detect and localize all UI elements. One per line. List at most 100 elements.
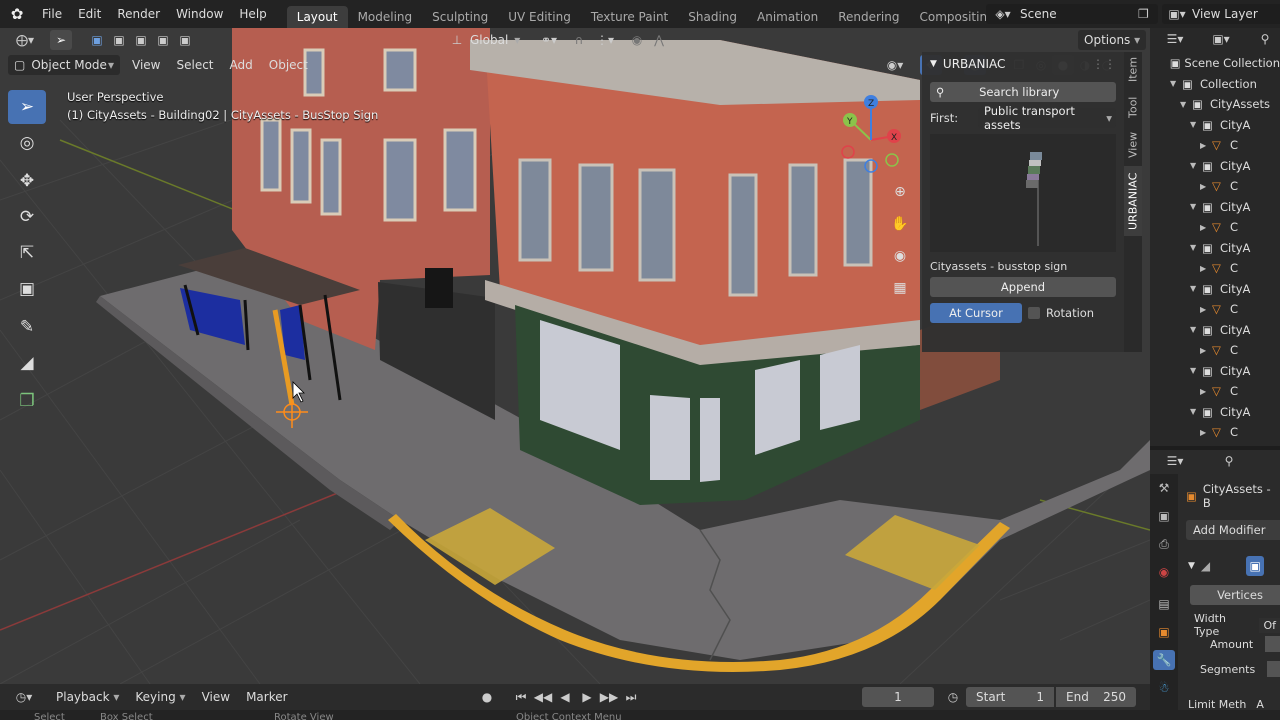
expand-arrow-icon[interactable]: ▼: [1180, 100, 1192, 109]
collection-tab-icon[interactable]: ▤: [1153, 594, 1175, 614]
editor-type-icon[interactable]: ⨁▾: [8, 30, 42, 50]
select-mode-icon[interactable]: ➢: [50, 30, 72, 50]
first-dropdown[interactable]: Public transport assets ▾: [978, 104, 1116, 132]
zoom-icon[interactable]: ⊕: [890, 176, 910, 208]
select-extend-icon[interactable]: ▣: [108, 30, 130, 50]
end-frame-field[interactable]: End 250: [1056, 687, 1136, 707]
record-icon[interactable]: ●: [476, 687, 498, 707]
view-layer-selector[interactable]: ▣▾ View Layer: [1162, 4, 1280, 24]
expand-arrow-icon[interactable]: ▶: [1200, 264, 1212, 273]
outliner-row[interactable]: ▶ ▽ C: [1150, 422, 1280, 443]
expand-arrow-icon[interactable]: ▶: [1200, 223, 1212, 232]
expand-arrow-icon[interactable]: ▼: [1190, 366, 1202, 375]
timeline-menu-view[interactable]: View: [194, 683, 238, 711]
output-tab-icon[interactable]: ⎙: [1153, 534, 1175, 554]
tool-tab-icon[interactable]: ⚒: [1153, 478, 1175, 498]
object-tab-icon[interactable]: ▣: [1153, 622, 1175, 642]
outliner-row[interactable]: ▼ ▣ Collection: [1150, 74, 1280, 95]
expand-arrow-icon[interactable]: ▶: [1200, 346, 1212, 355]
select-box-mode-icon[interactable]: ▣: [86, 30, 108, 50]
outliner-row[interactable]: ▶ ▽ C: [1150, 340, 1280, 361]
at-cursor-toggle[interactable]: At Cursor: [930, 303, 1022, 323]
tab-uv-editing[interactable]: UV Editing: [498, 6, 581, 28]
mode-selector[interactable]: ▢ Object Mode ▾: [8, 55, 120, 75]
outliner-row[interactable]: ▶ ▽ C: [1150, 258, 1280, 279]
expand-arrow-icon[interactable]: ▶: [1200, 141, 1212, 150]
preview-range-clock-icon[interactable]: ◷: [942, 687, 964, 707]
outliner-row[interactable]: ▼ ▣ CityA: [1150, 115, 1280, 136]
sidebar-tab-view[interactable]: View: [1124, 128, 1142, 162]
outliner-row[interactable]: ▼ ▣ CityA: [1150, 156, 1280, 177]
proportional-edit-icon[interactable]: ◉: [626, 30, 648, 50]
properties-editor-icon[interactable]: ☰▾: [1158, 451, 1192, 471]
display-mode-icon[interactable]: ▣▾: [1206, 29, 1236, 49]
expand-arrow-icon[interactable]: ▼: [1190, 202, 1202, 211]
play-reverse-icon[interactable]: ◀: [554, 687, 576, 707]
gizmo-neg-x-icon[interactable]: [841, 145, 855, 159]
transform-orientation[interactable]: ⊥ Global ▾: [446, 30, 521, 50]
append-button[interactable]: Append: [930, 277, 1116, 297]
options-dropdown[interactable]: Options ▾: [1078, 30, 1147, 50]
select-subtract-icon[interactable]: ▣: [130, 30, 152, 50]
pivot-point-icon[interactable]: ⚭▾: [534, 30, 564, 50]
jump-start-icon[interactable]: ⏮: [510, 687, 532, 707]
tab-texture-paint[interactable]: Texture Paint: [581, 6, 678, 28]
outliner-row[interactable]: ▶ ▽ C: [1150, 176, 1280, 197]
asset-preview[interactable]: [930, 134, 1116, 252]
outliner-search-icon[interactable]: ⚲: [1254, 29, 1276, 49]
modifier-wrench-icon[interactable]: 🔧: [1153, 650, 1175, 670]
expand-arrow-icon[interactable]: ▶: [1200, 428, 1212, 437]
transform-tool-icon[interactable]: ▣: [8, 272, 46, 306]
expand-arrow-icon[interactable]: ▼: [1190, 120, 1202, 129]
tab-modeling[interactable]: Modeling: [348, 6, 423, 28]
expand-arrow-icon[interactable]: ▼: [1190, 407, 1202, 416]
add-modifier-button[interactable]: Add Modifier: [1186, 520, 1280, 540]
sidebar-tab-urbaniac[interactable]: URBANIAC: [1124, 166, 1142, 236]
start-frame-field[interactable]: Start 1: [966, 687, 1054, 707]
expand-arrow-icon[interactable]: ▼: [1190, 325, 1202, 334]
menu-edit[interactable]: Edit: [70, 0, 109, 28]
urbaniac-header[interactable]: ▼ URBANIAC ⋮⋮: [922, 52, 1124, 76]
expand-arrow-icon[interactable]: ▶: [1200, 305, 1212, 314]
width-type-dropdown[interactable]: Of: [1259, 617, 1280, 633]
navigation-gizmo[interactable]: X Y Z: [836, 90, 910, 174]
snap-target-icon[interactable]: ⋮▾: [590, 30, 620, 50]
edit-mode-toggle-icon[interactable]: ▣: [1246, 556, 1265, 576]
tab-sculpting[interactable]: Sculpting: [422, 6, 498, 28]
viewport-menu-view[interactable]: View: [124, 51, 168, 79]
rotation-checkbox[interactable]: [1028, 307, 1040, 319]
jump-end-icon[interactable]: ⏭: [620, 687, 642, 707]
sidebar-tab-tool[interactable]: Tool: [1124, 90, 1142, 124]
snap-icon[interactable]: ∩: [568, 30, 590, 50]
prev-keyframe-icon[interactable]: ◀◀: [532, 687, 554, 707]
visibility-icon[interactable]: ◉▾: [884, 55, 906, 75]
outliner-editor-icon[interactable]: ☰▾: [1158, 29, 1192, 49]
outliner-row[interactable]: ▼ ▣ CityA: [1150, 320, 1280, 341]
gizmo-neg-z-icon[interactable]: [864, 159, 878, 173]
outliner-row[interactable]: ▼ ▣ CityA: [1150, 361, 1280, 382]
render-tab-icon[interactable]: ▣: [1153, 506, 1175, 526]
select-tool-icon[interactable]: ➢: [8, 90, 46, 124]
particles-tab-icon[interactable]: ☃: [1153, 678, 1175, 698]
properties-search-icon[interactable]: ⚲: [1218, 451, 1240, 471]
tab-animation[interactable]: Animation: [747, 6, 828, 28]
expand-arrow-icon[interactable]: ▼: [1190, 284, 1202, 293]
next-keyframe-icon[interactable]: ▶▶: [598, 687, 620, 707]
expand-arrow-icon[interactable]: ▶: [1200, 182, 1212, 191]
vertices-toggle[interactable]: Vertices: [1190, 585, 1280, 605]
outliner-row[interactable]: ▼ ▣ CityA: [1150, 197, 1280, 218]
scale-tool-icon[interactable]: ⇱: [8, 236, 46, 270]
move-tool-icon[interactable]: ✥: [8, 164, 46, 198]
annotate-tool-icon[interactable]: ✎: [8, 310, 46, 344]
viewport-menu-select[interactable]: Select: [168, 51, 221, 79]
menu-render[interactable]: Render: [109, 0, 168, 28]
viewport-menu-add[interactable]: Add: [222, 51, 261, 79]
world-tab-icon[interactable]: ◉: [1153, 562, 1175, 582]
outliner-row[interactable]: ▶ ▽ C: [1150, 135, 1280, 156]
play-icon[interactable]: ▶: [576, 687, 598, 707]
tab-rendering[interactable]: Rendering: [828, 6, 909, 28]
blender-logo-icon[interactable]: ✿: [0, 5, 34, 23]
tab-layout[interactable]: Layout: [286, 6, 348, 28]
menu-help[interactable]: Help: [231, 0, 274, 28]
ortho-grid-icon[interactable]: ▦: [890, 272, 910, 304]
